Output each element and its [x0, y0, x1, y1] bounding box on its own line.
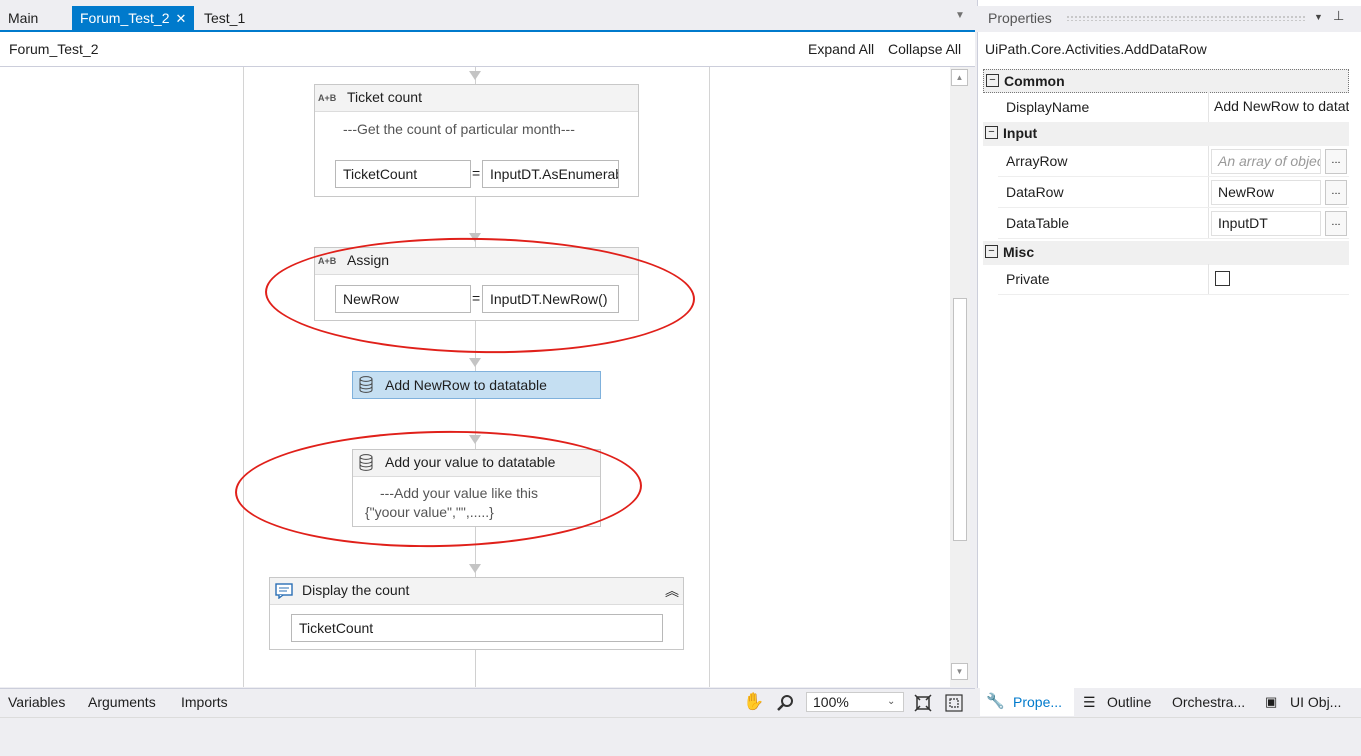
close-icon[interactable]: ✕ [175, 11, 186, 26]
activity-display-count[interactable]: Display the count ︽ TicketCount [269, 577, 684, 650]
tab-orchestrator[interactable]: Orchestra... [1172, 694, 1245, 710]
arrayrow-input[interactable]: An array of objects [1211, 149, 1321, 174]
property-name: Private [1006, 271, 1050, 287]
tab-outline[interactable]: Outline [1107, 694, 1151, 710]
ui-objects-icon[interactable]: ▣ [1265, 694, 1277, 710]
property-name: DataTable [1006, 215, 1070, 231]
column-divider [1208, 208, 1209, 238]
datatable-icon [359, 376, 373, 393]
panel-tab-strip: 🔧 Prope... ☰ Outline Orchestra... ▣ UI O… [977, 688, 1361, 716]
activity-title: Display the count [302, 582, 410, 598]
chevron-down-icon: ⌄ [887, 696, 896, 707]
pin-icon[interactable]: ⊥ [1333, 8, 1344, 24]
collapse-icon[interactable]: − [986, 74, 999, 87]
activity-title: Add NewRow to datatable [385, 377, 547, 393]
sequence-border-right [709, 67, 710, 687]
chevron-down-icon[interactable]: ▼ [955, 10, 965, 21]
property-name: ArrayRow [1006, 153, 1068, 169]
property-row-datatable[interactable]: DataTable InputDT ... [998, 208, 1349, 239]
activity-title: Ticket count [347, 89, 422, 105]
category-input[interactable]: − Input [983, 122, 1349, 146]
breadcrumb[interactable]: Forum_Test_2 [9, 41, 98, 57]
category-label: Misc [1003, 244, 1035, 260]
column-divider [1208, 177, 1209, 207]
breadcrumb-bar: Forum_Test_2 Expand All Collapse All [0, 32, 975, 67]
datarow-input[interactable]: NewRow [1211, 180, 1321, 205]
connector [475, 650, 476, 687]
status-bar [0, 717, 1361, 756]
ellipsis-button[interactable]: ... [1325, 149, 1347, 174]
imports-tab[interactable]: Imports [181, 694, 228, 710]
expand-all-button[interactable]: Expand All [808, 41, 874, 57]
collapse-icon[interactable]: − [985, 126, 998, 139]
scrollbar-thumb[interactable] [953, 298, 967, 541]
private-checkbox[interactable] [1215, 271, 1230, 286]
activity-annotation: ---Get the count of particular month--- [343, 121, 575, 137]
equals-sign: = [472, 165, 481, 181]
collapse-icon[interactable]: − [985, 245, 998, 258]
hand-pan-icon[interactable]: ✋ [743, 692, 764, 712]
variables-tab[interactable]: Variables [8, 694, 65, 710]
tab-label: Prope... [1013, 694, 1063, 710]
ellipsis-button[interactable]: ... [1325, 180, 1347, 205]
activity-ticket-count[interactable]: A+B Ticket count ---Get the count of par… [314, 84, 639, 197]
drop-arrow-icon[interactable] [469, 358, 481, 367]
workflow-canvas[interactable]: A+B Ticket count ---Get the count of par… [0, 67, 970, 687]
message-box-icon [275, 583, 293, 599]
activity-header: A+B Ticket count [315, 85, 638, 112]
drag-grip[interactable] [1066, 15, 1306, 21]
column-divider [1208, 264, 1209, 294]
message-field[interactable]: TicketCount [291, 614, 663, 642]
column-divider [1208, 146, 1209, 176]
zoom-select[interactable]: 100% ⌄ [806, 692, 904, 712]
chevron-down-icon[interactable]: ▼ [1314, 12, 1323, 22]
overview-map-icon[interactable] [945, 694, 963, 712]
ellipsis-button[interactable]: ... [1325, 211, 1347, 236]
category-misc[interactable]: − Misc [983, 241, 1349, 265]
tab-main[interactable]: Main [0, 6, 46, 30]
displayname-value[interactable]: Add NewRow to datatable [1214, 98, 1349, 114]
tab-test-1[interactable]: Test_1 [196, 6, 253, 30]
drop-arrow-icon[interactable] [469, 71, 481, 80]
arguments-tab[interactable]: Arguments [88, 694, 156, 710]
category-common[interactable]: − Common [983, 69, 1349, 93]
activity-type-name: UiPath.Core.Activities.AddDataRow [985, 41, 1207, 57]
collapse-all-button[interactable]: Collapse All [888, 41, 961, 57]
tab-ui-objects[interactable]: UI Obj... [1290, 694, 1341, 710]
assign-icon: A+B [318, 93, 337, 103]
property-row-displayname[interactable]: DisplayName Add NewRow to datatable [998, 92, 1349, 123]
annotation-ellipse-add-value [234, 427, 643, 551]
document-tab-bar: Main Forum_Test_2 ✕ Test_1 ▼ [0, 0, 975, 32]
zoom-value: 100% [813, 694, 849, 710]
property-row-arrayrow[interactable]: ArrayRow An array of objects ... [998, 146, 1349, 177]
panel-title: Properties [988, 10, 1052, 26]
tab-label: Forum_Test_2 [80, 10, 170, 26]
property-name: DisplayName [1006, 99, 1090, 115]
property-name: DataRow [1006, 184, 1064, 200]
collapse-chevron-icon[interactable]: ︽ [665, 581, 679, 601]
tab-properties[interactable]: 🔧 Prope... [980, 688, 1074, 716]
property-row-datarow[interactable]: DataRow NewRow ... [998, 177, 1349, 208]
category-label: Input [1003, 125, 1038, 141]
datatable-input[interactable]: InputDT [1211, 211, 1321, 236]
wrench-icon: 🔧 [986, 693, 1005, 710]
assign-to-field[interactable]: TicketCount [335, 160, 471, 188]
activity-header: Display the count ︽ [270, 578, 683, 605]
outline-icon[interactable]: ☰ [1083, 694, 1096, 711]
property-row-private[interactable]: Private [998, 264, 1349, 295]
drop-arrow-icon[interactable] [469, 564, 481, 573]
sequence-border-left [243, 67, 244, 687]
tab-forum-test-2[interactable]: Forum_Test_2 ✕ [72, 6, 195, 30]
column-divider [1208, 92, 1209, 122]
category-label: Common [1004, 73, 1065, 89]
scroll-down-icon[interactable]: ▼ [951, 663, 968, 680]
zoom-magnifier-icon[interactable] [776, 694, 794, 712]
assign-value-field[interactable]: InputDT.AsEnumerable [482, 160, 619, 188]
scroll-up-icon[interactable]: ▲ [951, 69, 968, 86]
fit-to-screen-icon[interactable] [914, 694, 932, 712]
activity-add-newrow[interactable]: Add NewRow to datatable [352, 371, 601, 399]
